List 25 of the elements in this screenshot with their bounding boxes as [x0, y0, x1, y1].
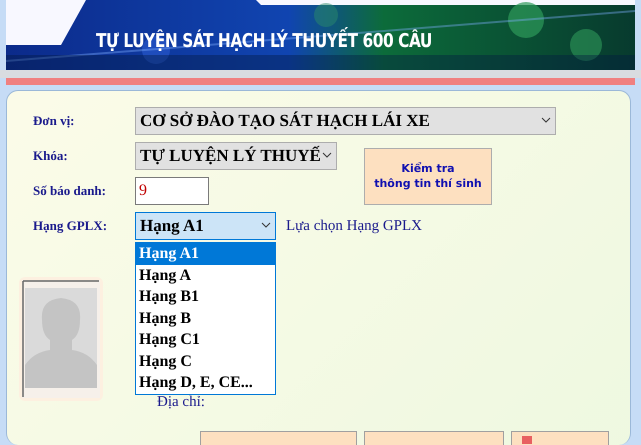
action-button[interactable]	[364, 431, 504, 445]
dropdown[interactable]: CƠ SỞ ĐÀO TẠO SÁT HẠCH LÁI XE	[135, 107, 556, 135]
button-icon	[522, 436, 532, 444]
caret-icon	[541, 116, 551, 124]
dropdown-option[interactable]: Hạng B	[136, 308, 275, 329]
check-info-button[interactable]: Kiểm tra thông tin thí sinh	[364, 148, 492, 205]
hint-text: Lựa chọn Hạng GPLX	[286, 218, 422, 234]
address-label: Địa chỉ:	[157, 394, 205, 411]
dropdown-option[interactable]: Hạng C	[136, 350, 275, 372]
dropdown-option[interactable]: Hạng D, E, CE...	[136, 372, 275, 394]
dropdown-option[interactable]: Hạng C1	[136, 329, 275, 350]
action-button[interactable]	[511, 431, 609, 445]
field-label: Số báo danh:	[33, 183, 107, 199]
field-label: Đơn vị:	[33, 113, 76, 129]
caret-icon	[322, 151, 332, 159]
field-label: Hạng GPLX:	[33, 218, 108, 234]
dropdown-option[interactable]: Hạng B1	[136, 286, 275, 308]
caret-icon	[261, 221, 271, 229]
dropdown[interactable]: Hạng A1	[135, 212, 276, 240]
dropdown[interactable]: TỰ LUYỆN LÝ THUYẾ	[135, 142, 337, 170]
input-field[interactable]: 9	[135, 177, 209, 205]
field-label: Khóa:	[33, 148, 69, 164]
action-button[interactable]	[200, 431, 357, 445]
dropdown-option[interactable]: Hạng A	[136, 264, 275, 286]
dropdown-option[interactable]: Hạng A1	[136, 243, 275, 264]
